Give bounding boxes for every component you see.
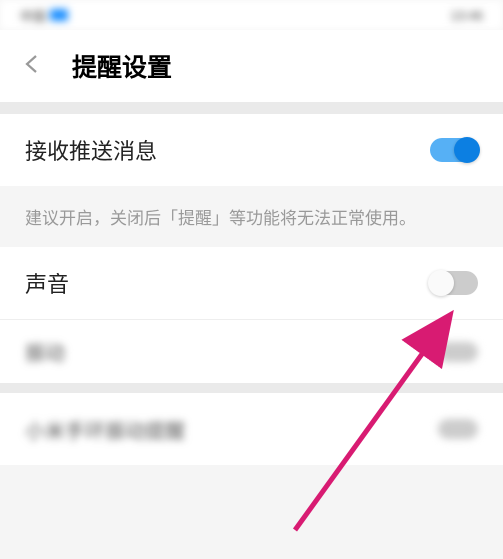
toggle-knob	[428, 270, 454, 296]
push-notifications-hint: 建议开启，关闭后「提醒」等功能将无法正常使用。	[0, 186, 503, 247]
push-notifications-row: 接收推送消息	[0, 114, 503, 186]
section-divider	[0, 102, 503, 114]
section-divider	[0, 383, 503, 393]
blurred-setting-toggle[interactable]	[438, 419, 478, 439]
status-right: 13:46	[450, 8, 483, 23]
push-notifications-toggle[interactable]	[430, 138, 478, 162]
vibration-toggle[interactable]	[438, 342, 478, 362]
blurred-setting-row: 小米手环振动提醒	[0, 393, 503, 465]
sound-label: 声音	[25, 267, 69, 299]
sound-row: 声音	[0, 247, 503, 319]
status-bar: 中国 13:46	[0, 0, 503, 30]
vibration-label: 振动	[25, 337, 65, 366]
carrier-text: 中国	[20, 6, 46, 25]
page-title: 提醒设置	[72, 48, 172, 84]
toggle-knob	[454, 137, 480, 163]
vibration-row: 振动	[0, 319, 503, 383]
signal-icon	[50, 9, 68, 21]
blurred-setting-label: 小米手环振动提醒	[25, 415, 185, 444]
time-text: 13:46	[450, 8, 483, 23]
header: 提醒设置	[0, 30, 503, 102]
sound-toggle[interactable]	[430, 271, 478, 295]
push-notifications-label: 接收推送消息	[25, 134, 157, 166]
status-left: 中国	[20, 6, 68, 25]
back-icon[interactable]	[20, 52, 44, 81]
